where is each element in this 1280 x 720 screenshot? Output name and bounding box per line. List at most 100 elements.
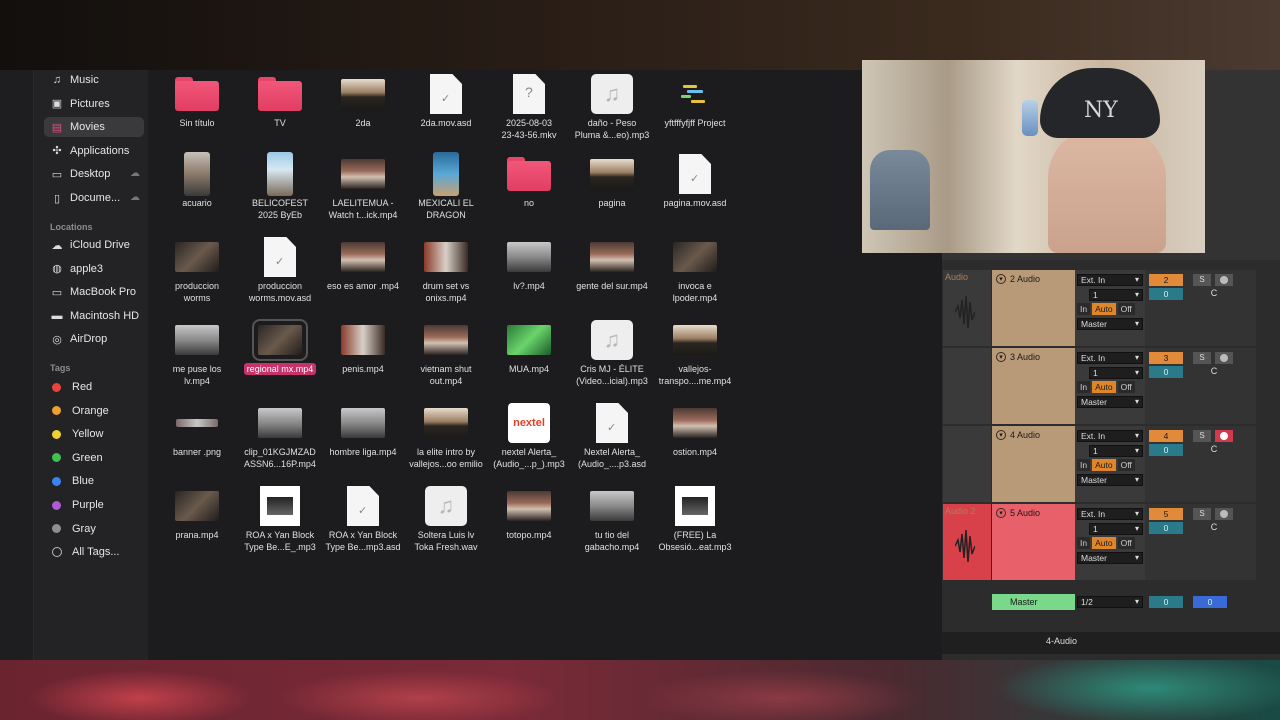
- sidebar-tag-purple[interactable]: Purple: [44, 495, 144, 515]
- monitor-in-button[interactable]: In: [1077, 459, 1091, 471]
- master-routing-dropdown[interactable]: 1/2: [1077, 596, 1143, 608]
- file-item[interactable]: Sin título: [151, 70, 243, 150]
- sidebar-item-docume[interactable]: ▯ Docume... ☁: [44, 188, 144, 208]
- master-volume-right[interactable]: 0: [1193, 596, 1227, 608]
- track-volume-value[interactable]: 0: [1149, 288, 1183, 300]
- file-item[interactable]: banner .png: [151, 399, 243, 479]
- file-item[interactable]: TV: [234, 70, 326, 150]
- pan-value[interactable]: C: [1207, 366, 1221, 378]
- file-item[interactable]: vallejos- transpo....me.mp4: [649, 316, 741, 396]
- input-channel-dropdown[interactable]: 1: [1089, 523, 1143, 535]
- monitor-auto-button[interactable]: Auto: [1092, 537, 1116, 549]
- monitor-auto-button[interactable]: Auto: [1092, 381, 1116, 393]
- sidebar-tag-gray[interactable]: Gray: [44, 519, 144, 539]
- file-item[interactable]: acuario: [151, 150, 243, 230]
- file-item[interactable]: eso es amor .mp4: [317, 233, 409, 313]
- file-item[interactable]: 2025-08-03 23-43-56.mkv: [483, 70, 575, 150]
- input-type-dropdown[interactable]: Ext. In: [1077, 508, 1143, 520]
- track-volume-value[interactable]: 0: [1149, 522, 1183, 534]
- file-item[interactable]: yftfffyfjff Project: [649, 70, 741, 150]
- sidebar-tag-all-tags[interactable]: All Tags...: [44, 542, 144, 562]
- file-item[interactable]: me puse los lv.mp4: [151, 316, 243, 396]
- input-type-dropdown[interactable]: Ext. In: [1077, 430, 1143, 442]
- input-channel-dropdown[interactable]: 1: [1089, 445, 1143, 457]
- record-arm-button[interactable]: [1215, 352, 1233, 364]
- file-item[interactable]: pagina: [566, 150, 658, 230]
- audio-track[interactable]: ▾ 4 Audio Ext. In 1 InAutoOff Master 4 0SC: [942, 426, 1256, 504]
- audio-clip[interactable]: Audio 2: [943, 504, 991, 580]
- master-track[interactable]: Master 1/2 0 0: [942, 594, 1256, 610]
- file-item[interactable]: tu tio del gabacho.mp4: [566, 482, 658, 562]
- monitor-off-button[interactable]: Off: [1117, 381, 1135, 393]
- audio-clip[interactable]: [943, 348, 991, 424]
- file-item[interactable]: 2da: [317, 70, 409, 150]
- audio-clip[interactable]: [943, 426, 991, 502]
- input-channel-dropdown[interactable]: 1: [1089, 367, 1143, 379]
- file-item[interactable]: invoca e lpoder.mp4: [649, 233, 741, 313]
- track-header[interactable]: ▾ 4 Audio: [992, 426, 1075, 502]
- file-item[interactable]: produccion worms: [151, 233, 243, 313]
- file-item[interactable]: ♫ Soltera Luis lv Toka Fresh.wav: [400, 482, 492, 562]
- file-item[interactable]: no: [483, 150, 575, 230]
- audio-clip[interactable]: Audio: [943, 270, 991, 346]
- sidebar-item-macbook-pro[interactable]: ▭ MacBook Pro: [44, 282, 144, 302]
- output-dropdown[interactable]: Master: [1077, 474, 1143, 486]
- file-item[interactable]: lv?.mp4: [483, 233, 575, 313]
- file-item[interactable]: prana.mp4: [151, 482, 243, 562]
- pan-value[interactable]: C: [1207, 522, 1221, 534]
- record-arm-button[interactable]: [1215, 430, 1233, 442]
- sidebar-item-airdrop[interactable]: ◎ AirDrop: [44, 329, 144, 349]
- file-item[interactable]: nextel nextel Alerta_ (Audio_...p_).mp3: [483, 399, 575, 479]
- file-item[interactable]: Nextel Alerta_ (Audio_....p3.asd: [566, 399, 658, 479]
- record-arm-button[interactable]: [1215, 274, 1233, 286]
- audio-track[interactable]: Audio 2 ▾ 5 Audio Ext. In 1 InAutoOff Master 5 0…: [942, 504, 1256, 582]
- sidebar-item-movies[interactable]: ▤ Movies: [44, 117, 144, 138]
- master-track-name[interactable]: Master: [992, 594, 1075, 610]
- sidebar-tag-yellow[interactable]: Yellow: [44, 424, 144, 444]
- file-item[interactable]: BELICOFEST 2025 ByEb: [234, 150, 326, 230]
- input-type-dropdown[interactable]: Ext. In: [1077, 352, 1143, 364]
- sidebar-item-macintosh-hd[interactable]: ▬ Macintosh HD: [44, 306, 144, 326]
- file-item[interactable]: ROA x Yan Block Type Be...E_.mp3: [234, 482, 326, 562]
- master-volume-left[interactable]: 0: [1149, 596, 1183, 608]
- track-activator-button[interactable]: 3: [1149, 352, 1183, 364]
- file-item[interactable]: produccion worms.mov.asd: [234, 233, 326, 313]
- monitor-auto-button[interactable]: Auto: [1092, 459, 1116, 471]
- fold-icon[interactable]: ▾: [996, 352, 1006, 362]
- file-item[interactable]: regional mx.mp4: [234, 316, 326, 396]
- file-item[interactable]: ♫ Cris MJ - ÉLITE (Video...icial).mp3: [566, 316, 658, 396]
- sidebar-item-icloud-drive[interactable]: ☁ iCloud Drive: [44, 235, 144, 255]
- track-volume-value[interactable]: 0: [1149, 366, 1183, 378]
- file-item[interactable]: LAELITEMUA - Watch t...ick.mp4: [317, 150, 409, 230]
- output-dropdown[interactable]: Master: [1077, 396, 1143, 408]
- monitor-off-button[interactable]: Off: [1117, 537, 1135, 549]
- file-item[interactable]: hombre liga.mp4: [317, 399, 409, 479]
- monitor-in-button[interactable]: In: [1077, 303, 1091, 315]
- pan-value[interactable]: C: [1207, 288, 1221, 300]
- track-header[interactable]: ▾ 5 Audio: [992, 504, 1075, 580]
- solo-button[interactable]: S: [1193, 508, 1211, 520]
- monitor-off-button[interactable]: Off: [1117, 459, 1135, 471]
- monitor-in-button[interactable]: In: [1077, 381, 1091, 393]
- input-type-dropdown[interactable]: Ext. In: [1077, 274, 1143, 286]
- file-item[interactable]: totopo.mp4: [483, 482, 575, 562]
- track-activator-button[interactable]: 5: [1149, 508, 1183, 520]
- sidebar-item-music[interactable]: ♫ Music: [44, 70, 144, 90]
- file-item[interactable]: ostion.mp4: [649, 399, 741, 479]
- input-channel-dropdown[interactable]: 1: [1089, 289, 1143, 301]
- pan-value[interactable]: C: [1207, 444, 1221, 456]
- file-item[interactable]: drum set vs onixs.mp4: [400, 233, 492, 313]
- solo-button[interactable]: S: [1193, 430, 1211, 442]
- sidebar-tag-blue[interactable]: Blue: [44, 471, 144, 491]
- file-item[interactable]: penis.mp4: [317, 316, 409, 396]
- sidebar-item-applications[interactable]: ✣ Applications: [44, 141, 144, 161]
- track-activator-button[interactable]: 4: [1149, 430, 1183, 442]
- file-item[interactable]: clip_01KGJMZAD ASSN6...16P.mp4: [234, 399, 326, 479]
- file-item[interactable]: 2da.mov.asd: [400, 70, 492, 150]
- file-item[interactable]: MUA.mp4: [483, 316, 575, 396]
- file-item[interactable]: MEXICALI EL DRAGON: [400, 150, 492, 230]
- fold-icon[interactable]: ▾: [996, 508, 1006, 518]
- sidebar-tag-green[interactable]: Green: [44, 448, 144, 468]
- audio-track[interactable]: Audio ▾ 2 Audio Ext. In 1 InAutoOff Master 2 0SC: [942, 270, 1256, 348]
- file-item[interactable]: ♫ daño - Peso Pluma &...eo).mp3: [566, 70, 658, 150]
